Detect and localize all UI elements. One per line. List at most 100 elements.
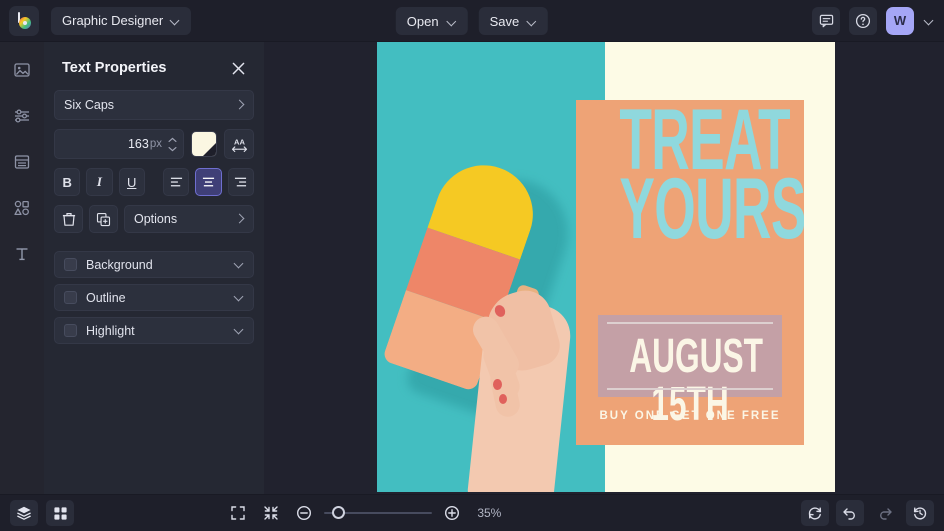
promo-panel[interactable]: TREAT YOURSELF AUGUST 15TH BUY ONE GET O… <box>576 100 804 445</box>
underline-button[interactable]: U <box>119 168 145 196</box>
zoom-slider[interactable] <box>324 506 432 520</box>
bunny-color-wheel-logo <box>14 11 34 31</box>
sidebar-item-adjust[interactable] <box>6 100 38 132</box>
align-center-button[interactable] <box>195 168 221 196</box>
history-button[interactable] <box>906 500 934 526</box>
canvas-area[interactable]: TREAT YOURSELF AUGUST 15TH BUY ONE GET O… <box>264 42 944 494</box>
undo-button[interactable] <box>836 500 864 526</box>
fit-screen-icon <box>230 505 246 521</box>
layout-icon <box>13 153 31 171</box>
letter-spacing-button[interactable]: AA <box>224 129 254 159</box>
artboard[interactable]: TREAT YOURSELF AUGUST 15TH BUY ONE GET O… <box>377 42 835 492</box>
background-checkbox[interactable] <box>64 258 77 271</box>
sidebar-item-layout[interactable] <box>6 146 38 178</box>
highlight-checkbox[interactable] <box>64 324 77 337</box>
sidebar-item-text[interactable] <box>6 238 38 270</box>
zoom-in-button[interactable] <box>439 500 465 526</box>
open-button[interactable]: Open <box>396 7 468 35</box>
grid-icon <box>53 506 68 521</box>
chevron-down-icon <box>235 293 244 302</box>
options-label: Options <box>134 212 177 226</box>
align-right-icon <box>233 176 248 189</box>
text-icon <box>13 245 31 263</box>
document-title-button[interactable]: Graphic Designer <box>51 7 191 35</box>
accordion-label: Outline <box>86 291 226 305</box>
band-divider-top <box>607 322 773 324</box>
app-logo-button[interactable] <box>9 6 39 36</box>
history-icon <box>912 505 928 521</box>
zoom-in-icon <box>444 505 460 521</box>
close-panel-button[interactable] <box>228 58 248 78</box>
chevron-down-icon <box>168 146 177 152</box>
chevron-down-icon <box>171 16 180 25</box>
chevron-down-icon <box>448 17 457 26</box>
chevron-down-icon <box>235 326 244 335</box>
fingernail <box>499 394 507 404</box>
avatar[interactable]: W <box>886 7 914 35</box>
font-size-value: 163 <box>128 137 149 151</box>
spacer <box>151 168 157 196</box>
duplicate-icon <box>96 212 111 227</box>
sidebar-item-image[interactable] <box>6 54 38 86</box>
top-right-actions: W <box>812 7 935 35</box>
italic-button[interactable]: I <box>86 168 112 196</box>
avatar-initial: W <box>894 13 906 28</box>
document-title-label: Graphic Designer <box>62 13 163 28</box>
account-menu-button[interactable] <box>923 16 935 25</box>
bold-label: B <box>62 175 71 190</box>
fit-screen-button[interactable] <box>225 500 251 526</box>
accordion-highlight[interactable]: Highlight <box>54 317 254 344</box>
chevron-down-icon <box>528 17 537 26</box>
shrink-button[interactable] <box>258 500 284 526</box>
chevron-right-icon <box>236 214 244 224</box>
help-circle-icon <box>855 13 871 29</box>
help-button[interactable] <box>849 7 877 35</box>
font-family-select[interactable]: Six Caps <box>54 90 254 120</box>
font-family-row: Six Caps <box>54 90 254 120</box>
grid-button[interactable] <box>46 500 74 526</box>
comment-button[interactable] <box>812 7 840 35</box>
promo-headline[interactable]: TREAT YOURSELF <box>619 106 760 244</box>
chevron-down-icon <box>925 16 934 25</box>
align-left-icon <box>169 176 184 189</box>
close-icon <box>232 62 245 75</box>
save-button[interactable]: Save <box>479 7 549 35</box>
delete-button[interactable] <box>54 205 83 233</box>
outline-checkbox[interactable] <box>64 291 77 304</box>
layers-button[interactable] <box>10 500 38 526</box>
reset-button[interactable] <box>801 500 829 526</box>
bold-button[interactable]: B <box>54 168 80 196</box>
options-button[interactable]: Options <box>124 205 254 233</box>
accordion-label: Background <box>86 258 226 272</box>
save-label: Save <box>490 14 520 29</box>
redo-button[interactable] <box>871 500 899 526</box>
sidebar-item-shapes[interactable] <box>6 192 38 224</box>
letter-spacing-icon: AA <box>230 136 249 153</box>
promo-subtext[interactable]: BUY ONE GET ONE FREE <box>576 410 804 422</box>
sliders-icon <box>13 107 31 125</box>
svg-text:AA: AA <box>234 137 245 146</box>
zoom-out-button[interactable] <box>291 500 317 526</box>
promo-date-band[interactable]: AUGUST 15TH <box>598 315 782 397</box>
reset-icon <box>807 505 823 521</box>
app-root: Graphic Designer Open Save <box>0 0 944 531</box>
zoom-slider-handle[interactable] <box>332 506 345 519</box>
duplicate-button[interactable] <box>89 205 118 233</box>
zoom-percent-label: 35% <box>472 506 506 520</box>
chevron-down-icon <box>235 260 244 269</box>
font-size-input[interactable]: 163 px <box>54 129 184 159</box>
app-body: Text Properties Six Caps 163 px <box>0 42 944 494</box>
bottom-bar: 35% <box>0 494 944 531</box>
format-buttons-row: B I U <box>54 168 254 196</box>
align-left-button[interactable] <box>163 168 189 196</box>
align-right-button[interactable] <box>228 168 254 196</box>
photo-layer[interactable] <box>377 42 605 492</box>
font-size-stepper[interactable] <box>168 137 179 152</box>
accordion-background[interactable]: Background <box>54 251 254 278</box>
font-family-value: Six Caps <box>64 98 114 112</box>
underline-label: U <box>127 175 136 190</box>
undo-icon <box>842 505 858 521</box>
accordion-outline[interactable]: Outline <box>54 284 254 311</box>
align-center-icon <box>201 176 216 189</box>
text-color-swatch[interactable] <box>191 131 217 157</box>
